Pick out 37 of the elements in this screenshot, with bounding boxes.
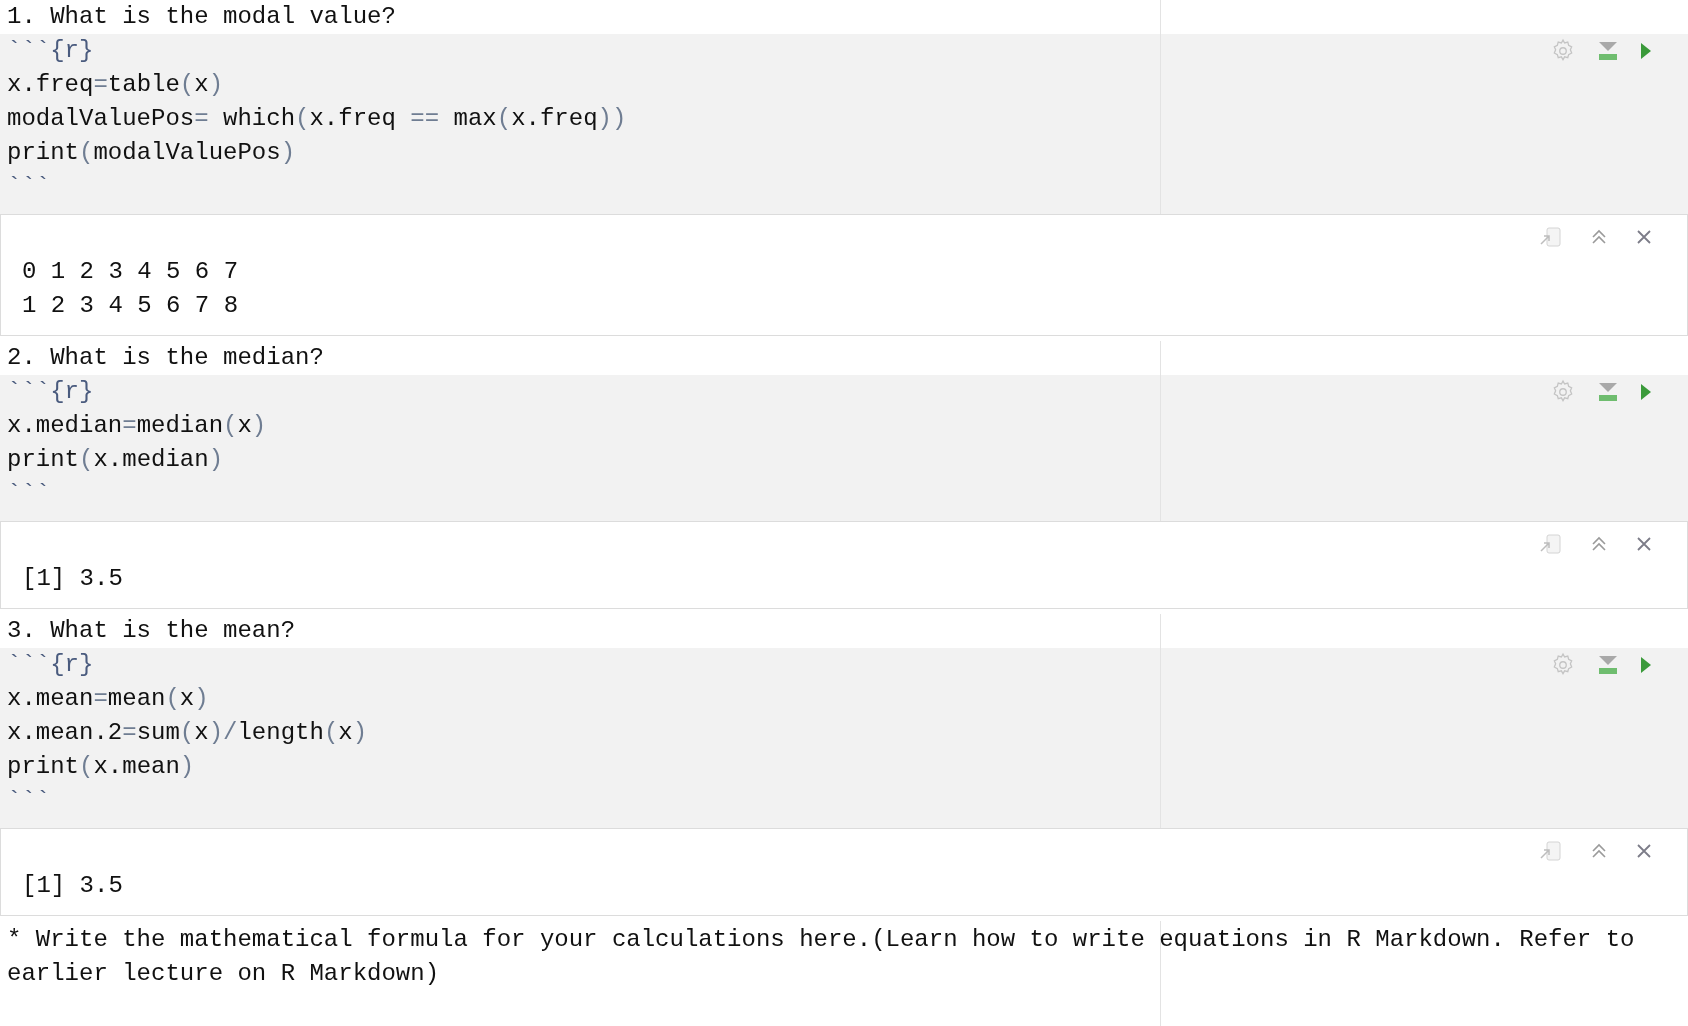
code-line: x.mean.2=sum(x)/length(x) <box>7 718 368 748</box>
chunk-fence: ``` <box>7 786 51 816</box>
code-line: print(x.mean) <box>7 752 195 782</box>
popout-icon[interactable] <box>1539 841 1561 861</box>
run-above-icon[interactable] <box>1598 656 1618 674</box>
code-line: print(modalValuePos) <box>7 138 296 168</box>
close-icon[interactable] <box>1637 844 1651 858</box>
question-heading: 1. What is the modal value? <box>7 3 396 30</box>
code-line: x.mean=mean(x) <box>7 684 209 714</box>
collapse-icon[interactable] <box>1591 536 1607 552</box>
popout-icon[interactable] <box>1539 227 1561 247</box>
code-line: modalValuePos= which(x.freq == max(x.freq)) <box>7 104 627 134</box>
collapse-icon[interactable] <box>1591 843 1607 859</box>
output-line: 1 2 3 4 5 6 7 8 <box>22 291 239 321</box>
close-icon[interactable] <box>1637 230 1651 244</box>
close-icon[interactable] <box>1637 537 1651 551</box>
play-icon[interactable] <box>1640 43 1652 59</box>
question-heading: 3. What is the mean? <box>7 617 296 644</box>
chunk-fence: ```{r} <box>7 36 94 66</box>
code-line: print(x.median) <box>7 445 224 475</box>
popout-icon[interactable] <box>1539 534 1561 554</box>
question-heading: 2. What is the median? <box>7 344 324 371</box>
play-icon[interactable] <box>1640 657 1652 673</box>
output-line: 0 1 2 3 4 5 6 7 <box>22 257 239 287</box>
chunk-fence: ``` <box>7 479 51 509</box>
play-icon[interactable] <box>1640 384 1652 400</box>
chunk-fence: ``` <box>7 172 51 202</box>
run-above-icon[interactable] <box>1598 42 1618 60</box>
code-line: x.median=median(x) <box>7 411 267 441</box>
chunk-fence: ```{r} <box>7 650 94 680</box>
chunk-fence: ```{r} <box>7 377 94 407</box>
collapse-icon[interactable] <box>1591 229 1607 245</box>
run-above-icon[interactable] <box>1598 383 1618 401</box>
code-line: x.freq=table(x) <box>7 70 224 100</box>
instruction-text: * Write the mathematical formula for your calculations here.(Learn how to write equations in R Markdown. Refer to earlier lecture on R Markdown) <box>7 925 1636 989</box>
output-line: [1] 3.5 <box>22 564 123 594</box>
output-line: [1] 3.5 <box>22 871 123 901</box>
